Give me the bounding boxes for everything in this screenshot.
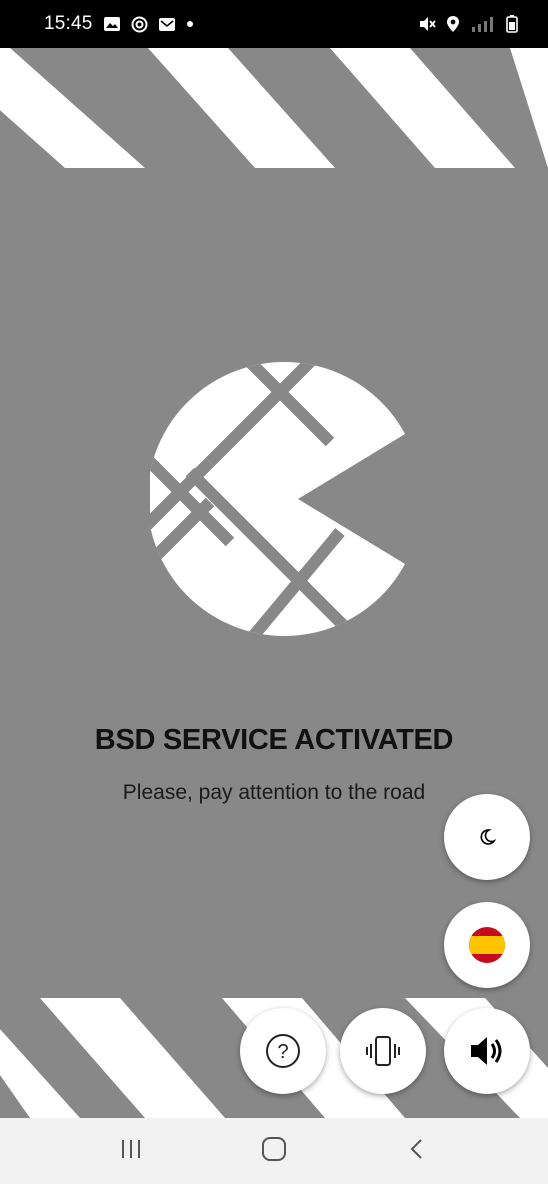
dot-icon — [186, 20, 194, 28]
theme-toggle-button[interactable] — [444, 794, 530, 880]
recents-button[interactable] — [101, 1126, 161, 1176]
system-nav-bar — [0, 1118, 548, 1184]
spain-flag-icon — [468, 926, 506, 964]
status-bar: 15:45 — [0, 0, 548, 48]
sound-button[interactable] — [444, 1008, 530, 1094]
battery-icon — [506, 15, 518, 33]
status-right — [418, 15, 518, 33]
back-icon — [407, 1137, 427, 1166]
at-sign-icon — [131, 16, 148, 33]
top-warning-stripes — [0, 48, 548, 168]
moon-icon — [477, 827, 497, 847]
help-icon: ? — [264, 1032, 302, 1070]
vibration-button[interactable] — [340, 1008, 426, 1094]
recents-icon — [119, 1138, 143, 1165]
service-status-title: BSD SERVICE ACTIVATED — [94, 724, 454, 756]
language-button[interactable] — [444, 902, 530, 988]
status-time: 15:45 — [44, 13, 93, 34]
app-screen: BSD SERVICE ACTIVATED Please, pay attent… — [0, 48, 548, 1118]
mail-icon — [158, 17, 176, 32]
status-left: 15:45 — [44, 13, 194, 35]
help-button[interactable]: ? — [240, 1008, 326, 1094]
vibrate-icon — [363, 1034, 403, 1068]
back-button[interactable] — [387, 1126, 447, 1176]
c-logo — [150, 362, 406, 636]
home-icon — [261, 1136, 287, 1167]
svg-text:?: ? — [277, 1041, 288, 1063]
speaker-icon — [467, 1034, 507, 1068]
home-button[interactable] — [244, 1126, 304, 1176]
mute-icon — [418, 16, 436, 32]
signal-icon — [470, 15, 496, 33]
location-icon — [446, 15, 460, 33]
gallery-icon — [103, 16, 121, 32]
